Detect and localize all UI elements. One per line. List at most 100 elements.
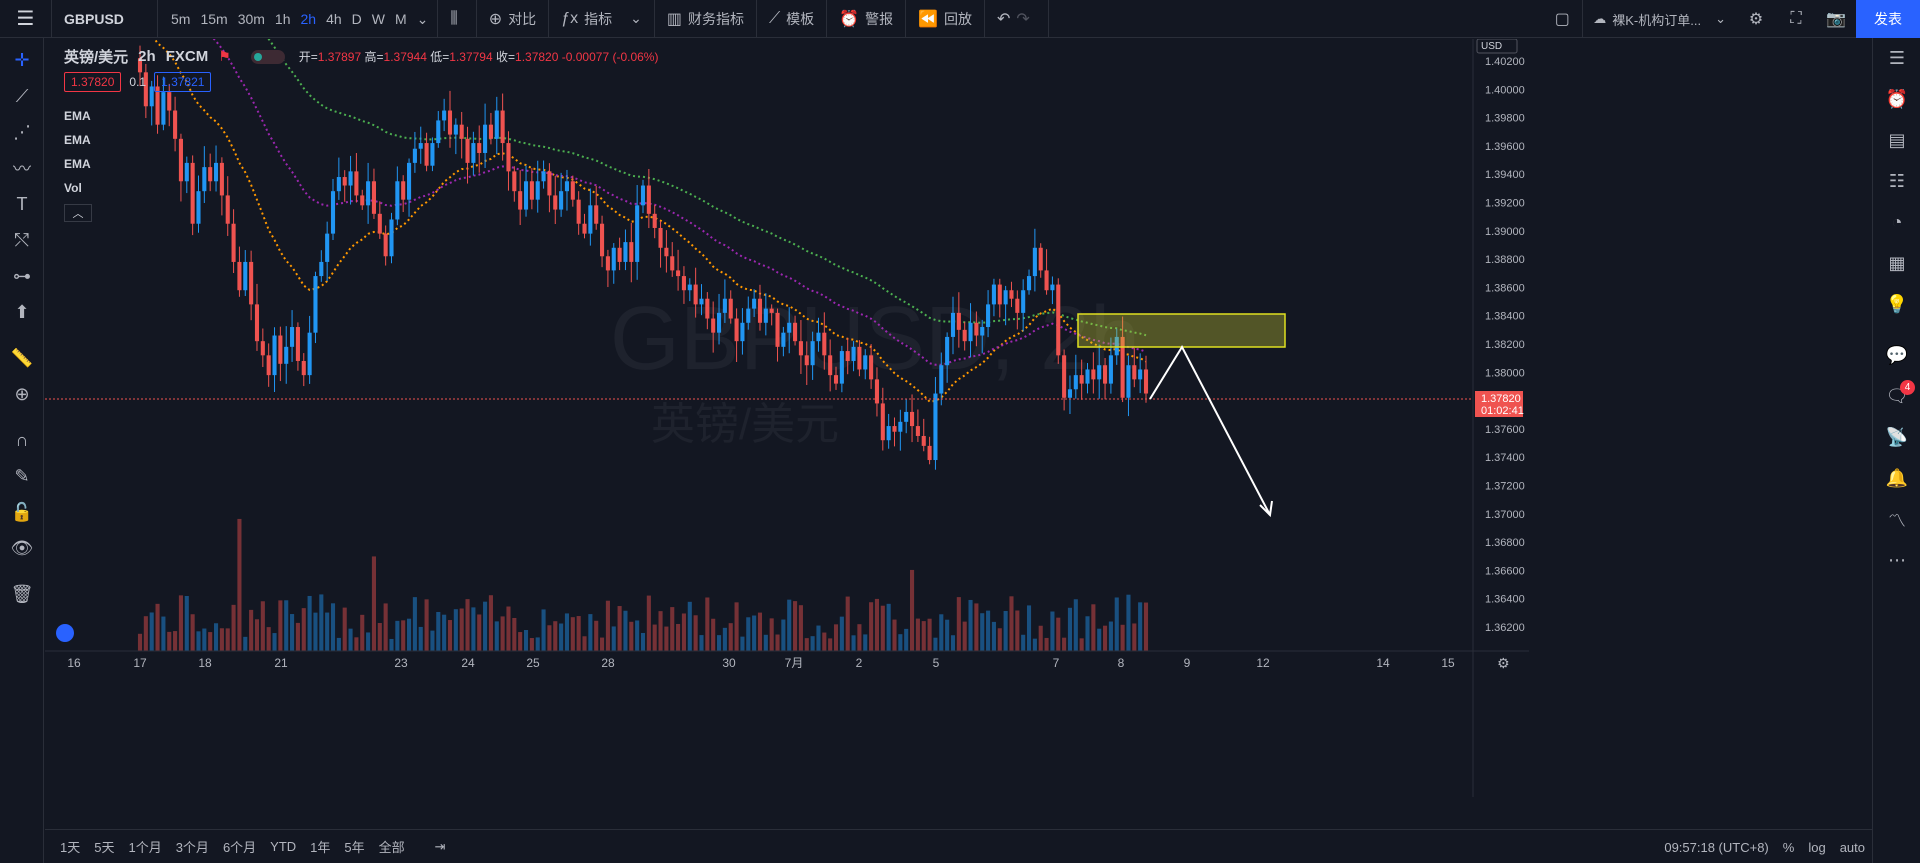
- crosshair-icon[interactable]: ✛: [0, 42, 44, 78]
- lock-pen-icon[interactable]: ✎: [0, 458, 44, 494]
- trading-icon[interactable]: 〽: [1873, 499, 1920, 540]
- messages-icon[interactable]: 🗨 4: [1873, 376, 1920, 417]
- pattern-icon[interactable]: 〰: [0, 150, 44, 186]
- range-1y[interactable]: 1年: [303, 837, 337, 856]
- interval-m[interactable]: M: [390, 0, 412, 38]
- camera-icon[interactable]: 📷: [1816, 0, 1856, 38]
- projection-path[interactable]: [1149, 344, 1271, 516]
- price-chart[interactable]: GBPUSD, 2h 英镑/美元 1.402001.400001.398001.…: [45, 0, 1803, 797]
- range-all[interactable]: 全部: [372, 837, 412, 856]
- price-axis[interactable]: 1.40200 1.40000 1.39800 1.39600 1.39400 1.392…: [1485, 56, 1525, 634]
- streams-icon[interactable]: 📡: [1873, 417, 1920, 458]
- symbol-description[interactable]: 英镑/美元: [64, 46, 128, 67]
- goto-date-icon[interactable]: ⇥: [428, 839, 453, 855]
- candle-body: [559, 191, 564, 210]
- interval-5m[interactable]: 5m: [166, 0, 195, 38]
- volume-bar: [658, 611, 663, 651]
- range-5d[interactable]: 5天: [87, 837, 121, 856]
- clock-label[interactable]: 09:57:18 (UTC+8): [1657, 840, 1775, 855]
- chart-pane[interactable]: GBPUSD, 2h 英镑/美元 1.40200 1.40000 1.39800 1.…: [45, 0, 1803, 797]
- hotlist-icon[interactable]: ◔: [1873, 202, 1920, 243]
- interval-w[interactable]: W: [367, 0, 390, 38]
- layout-selector[interactable]: ☁ 裸K-机构订单... ⌄: [1582, 0, 1736, 38]
- market-status-icon[interactable]: [250, 49, 285, 64]
- interval-2h[interactable]: 2h: [296, 0, 322, 38]
- chart-type-button[interactable]: ⫼: [438, 0, 477, 38]
- ruler-icon[interactable]: 📏: [0, 340, 44, 376]
- menu-icon[interactable]: ☰: [0, 0, 52, 38]
- alarm-clock-icon[interactable]: ⏰: [1873, 79, 1920, 120]
- magnet-icon[interactable]: ∩: [0, 422, 44, 458]
- symbol-search[interactable]: GBPUSD: [52, 0, 158, 38]
- candle-body: [1079, 375, 1084, 384]
- templates-button[interactable]: ⟋ 模板: [757, 0, 828, 38]
- volume-bar: [360, 614, 365, 651]
- range-5y[interactable]: 5年: [337, 837, 371, 856]
- indicators-button[interactable]: ƒx 指标 ⌄: [549, 0, 655, 38]
- log-toggle[interactable]: log: [1801, 840, 1832, 855]
- volume-bar: [921, 621, 926, 651]
- chat-icon[interactable]: 💬: [1873, 335, 1920, 376]
- auto-toggle[interactable]: auto: [1833, 840, 1872, 855]
- watchlist-icon[interactable]: ☰: [1873, 38, 1920, 79]
- redo-icon[interactable]: ↷: [1016, 9, 1029, 29]
- percent-toggle[interactable]: %: [1776, 840, 1802, 855]
- trend-line-icon[interactable]: ⟋: [0, 78, 44, 114]
- trash-icon[interactable]: 🗑: [0, 576, 44, 612]
- range-3m[interactable]: 3个月: [169, 837, 216, 856]
- price-tick-label: 1.39800: [1485, 113, 1525, 125]
- axis-settings-gear-icon[interactable]: ⚙: [1497, 655, 1510, 671]
- indicator-ema-2[interactable]: EMA: [64, 128, 92, 152]
- range-ytd[interactable]: YTD: [263, 839, 303, 854]
- indicator-vol[interactable]: Vol: [64, 176, 92, 200]
- interval-15m[interactable]: 15m: [195, 0, 232, 38]
- buy-price-button[interactable]: 1.37821: [154, 72, 212, 92]
- measure-range-icon[interactable]: ⊶: [0, 258, 44, 294]
- news-icon[interactable]: ▤: [1873, 120, 1920, 161]
- candle-body: [594, 205, 599, 224]
- publish-button[interactable]: 发表: [1856, 0, 1920, 38]
- alert-button[interactable]: ⏰ 警报: [827, 0, 907, 38]
- zoom-in-icon[interactable]: ⊕: [0, 376, 44, 412]
- notifications-bell-icon[interactable]: 🔔: [1873, 458, 1920, 499]
- calendar-icon[interactable]: ▦: [1873, 243, 1920, 284]
- prediction-icon[interactable]: ⤲: [0, 222, 44, 258]
- plus-circle-icon: ⊕: [488, 10, 503, 28]
- interval-30m[interactable]: 30m: [233, 0, 270, 38]
- eye-icon[interactable]: 👁: [0, 530, 44, 566]
- text-icon[interactable]: T: [0, 186, 44, 222]
- range-6m[interactable]: 6个月: [216, 837, 263, 856]
- template-icon: ⟋: [768, 9, 781, 27]
- interval-d[interactable]: D: [347, 0, 367, 38]
- candle-body: [553, 195, 558, 210]
- fullscreen-icon[interactable]: ⛶: [1776, 0, 1816, 38]
- idea-bulb-icon[interactable]: 💡: [1873, 284, 1920, 325]
- volume-bar: [518, 632, 523, 651]
- interval-4h[interactable]: 4h: [321, 0, 347, 38]
- data-window-icon[interactable]: ☷: [1873, 161, 1920, 202]
- range-1m[interactable]: 1个月: [121, 837, 168, 856]
- supply-zone-rectangle[interactable]: [1077, 313, 1286, 348]
- arrow-up-icon[interactable]: ⬆: [0, 294, 44, 330]
- time-axis[interactable]: 16 17 18 21 23 24 25 28 30 7月 2 5 7 8 9 12 14 15: [67, 656, 1455, 670]
- sell-price-button[interactable]: 1.37820: [64, 72, 122, 92]
- collapse-chevron-up-icon[interactable]: ︿: [64, 204, 92, 222]
- layout-toggle-icon[interactable]: ▢: [1542, 0, 1582, 38]
- settings-gear-icon[interactable]: ⚙: [1736, 0, 1776, 38]
- dom-icon[interactable]: ⋯: [1873, 540, 1920, 581]
- chevron-down-icon[interactable]: ⌄: [412, 0, 434, 38]
- range-1d[interactable]: 1天: [53, 837, 87, 856]
- financials-label: 财务指标: [687, 10, 744, 27]
- interval-1h[interactable]: 1h: [270, 0, 296, 38]
- flag-icon[interactable]: ⚑: [218, 48, 231, 65]
- lock-icon[interactable]: 🔓: [0, 494, 44, 530]
- fib-icon[interactable]: ⋰: [0, 114, 44, 150]
- volume-bar: [670, 607, 675, 651]
- indicator-ema-3[interactable]: EMA: [64, 152, 92, 176]
- compare-button[interactable]: ⊕ 对比: [477, 0, 550, 38]
- undo-icon[interactable]: ↶: [997, 9, 1010, 29]
- indicator-ema-1[interactable]: EMA: [64, 104, 92, 128]
- financials-button[interactable]: ▥ 财务指标: [655, 0, 757, 38]
- replay-button[interactable]: ⏪ 回放: [906, 0, 985, 38]
- volume-bar: [377, 622, 382, 651]
